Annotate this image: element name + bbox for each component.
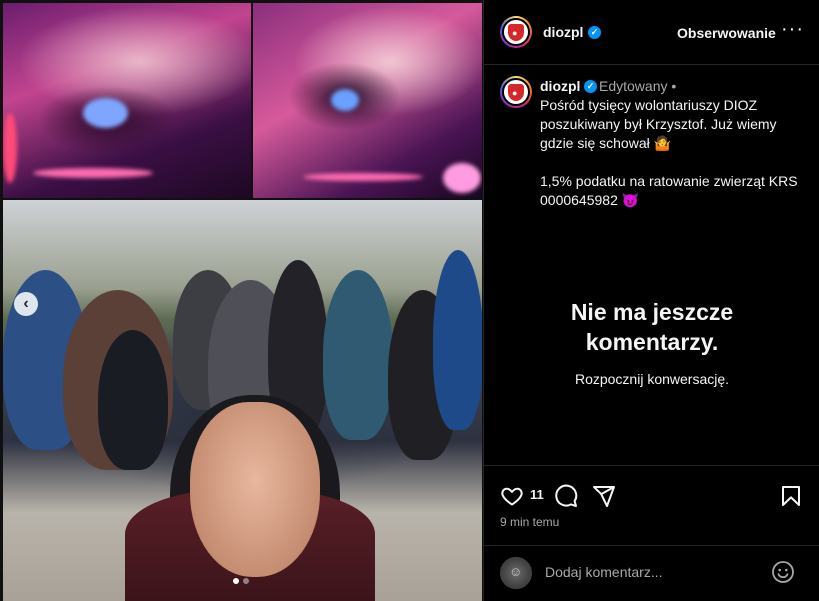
post-caption: Pośród tysięcy wolontariuszy DIOZ poszuk… bbox=[540, 96, 810, 210]
paw-icon: ● bbox=[512, 88, 518, 98]
carousel-prev-button[interactable]: ‹ bbox=[14, 292, 38, 316]
carousel-dot bbox=[233, 578, 239, 584]
caption-avatar[interactable]: ● bbox=[500, 76, 532, 108]
post-timestamp[interactable]: 9 min temu bbox=[500, 515, 559, 529]
empty-comments-subtitle: Rozpocznij konwersację. bbox=[574, 371, 730, 387]
like-count[interactable]: 11 bbox=[530, 487, 544, 502]
bookmark-icon[interactable] bbox=[779, 484, 803, 508]
profile-avatar[interactable]: ● bbox=[500, 16, 532, 48]
comment-input[interactable] bbox=[545, 564, 755, 580]
empty-title-line: komentarzy. bbox=[585, 329, 719, 355]
post-side-panel: ● diozpl ✓ Obserwowanie ··· ● diozpl ✓ E… bbox=[483, 0, 819, 601]
post-media[interactable]: ‹ bbox=[0, 0, 483, 601]
photo-tile-top-left bbox=[3, 3, 251, 198]
caption-line: 0000645982 😈 bbox=[540, 192, 640, 208]
verified-badge-icon: ✓ bbox=[584, 80, 597, 93]
caption-line: poszukiwany był Krzysztof. Już wiemy bbox=[540, 116, 777, 132]
header-username[interactable]: diozpl bbox=[543, 24, 583, 40]
following-button[interactable]: Obserwowanie bbox=[677, 25, 776, 41]
empty-comments: Nie ma jeszcze komentarzy. Rozpocznij ko… bbox=[484, 297, 819, 387]
caption-username[interactable]: diozpl bbox=[540, 78, 580, 94]
selfie-face bbox=[190, 402, 320, 577]
post-header: ● diozpl ✓ Obserwowanie ··· bbox=[484, 0, 819, 65]
carousel-dot bbox=[243, 578, 249, 584]
empty-comments-title: Nie ma jeszcze komentarzy. bbox=[484, 297, 819, 357]
caption-line: gdzie się schował 🤷 bbox=[540, 135, 672, 151]
comment-icon[interactable] bbox=[554, 484, 578, 508]
current-user-avatar[interactable]: ☺ bbox=[500, 557, 532, 589]
paw-icon: ● bbox=[512, 28, 518, 38]
photo-tile-top-right bbox=[253, 3, 482, 198]
more-options-icon[interactable]: ··· bbox=[781, 18, 804, 41]
edited-label: Edytowany • bbox=[599, 78, 677, 94]
emoji-icon[interactable] bbox=[771, 560, 795, 584]
heart-icon[interactable] bbox=[500, 484, 524, 508]
post-actions: 11 9 min temu bbox=[484, 465, 819, 545]
comment-bar: ☺ bbox=[484, 545, 819, 601]
caption-line: 1,5% podatku na ratowanie zwierząt KRS bbox=[540, 173, 798, 189]
empty-title-line: Nie ma jeszcze bbox=[570, 299, 734, 325]
verified-badge-icon: ✓ bbox=[588, 26, 601, 39]
caption-line: Pośród tysięcy wolontariuszy DIOZ bbox=[540, 97, 758, 113]
carousel-dots bbox=[233, 578, 249, 584]
share-icon[interactable] bbox=[592, 484, 616, 508]
